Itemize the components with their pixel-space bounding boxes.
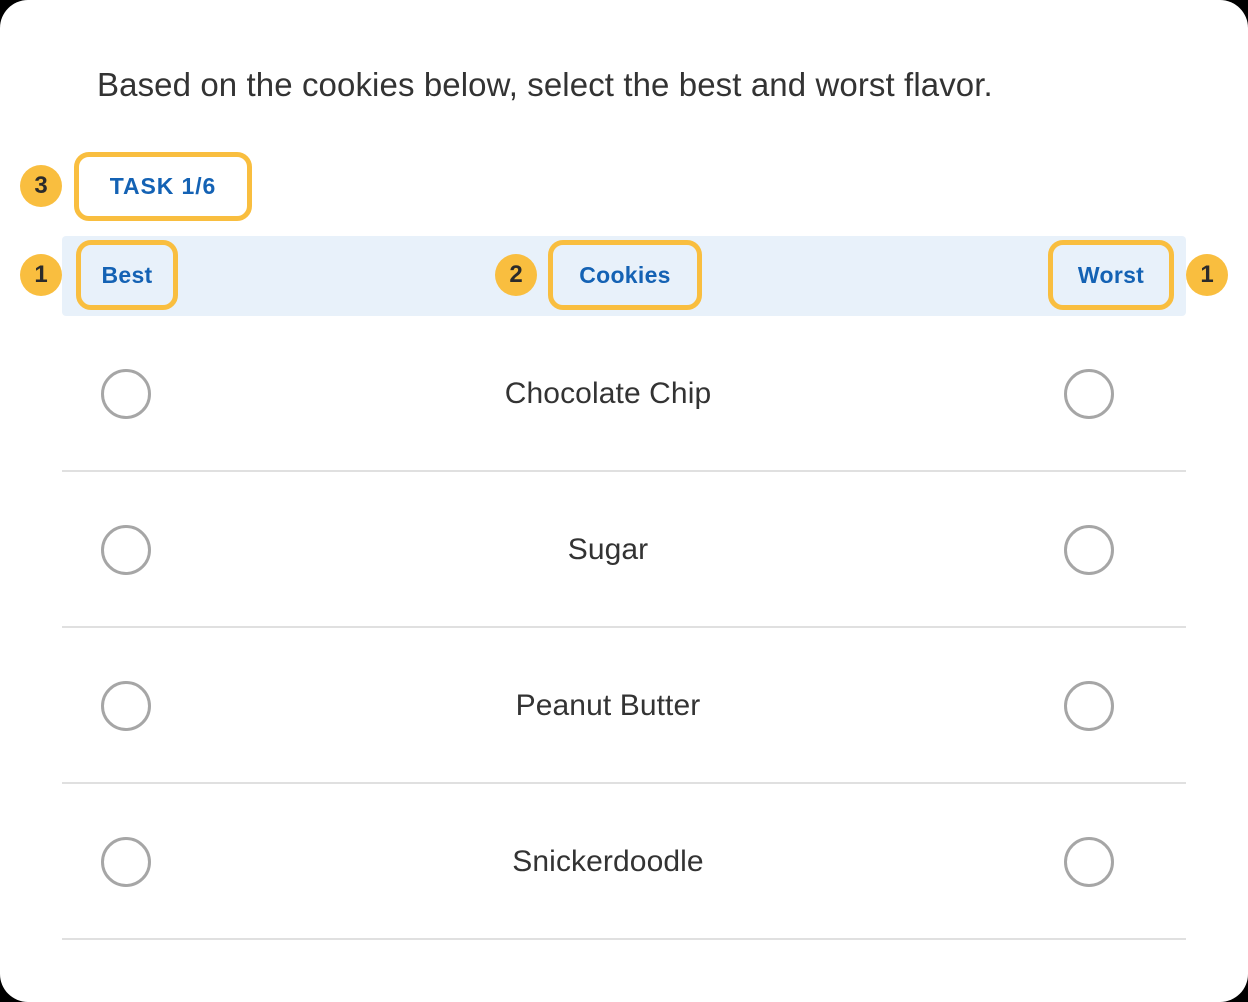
option-label: Chocolate Chip — [504, 377, 712, 410]
column-header-cookies-label: Cookies — [579, 261, 671, 288]
radio-best-sugar[interactable] — [101, 525, 151, 575]
column-header-worst-label: Worst — [1077, 261, 1145, 288]
page-title: Based on the cookies below, select the b… — [97, 66, 993, 103]
option-label: Peanut Butter — [515, 689, 701, 722]
survey-card: Based on the cookies below, select the b… — [0, 0, 1248, 1002]
option-label: Sugar — [567, 533, 649, 566]
options-list: Chocolate Chip Sugar Peanut Butter Snick… — [0, 316, 1248, 940]
annotation-badge-2: 2 — [495, 254, 537, 296]
annotation-badge-1-right: 1 — [1186, 254, 1228, 296]
annotation-badge-3: 3 — [20, 165, 62, 207]
row-divider — [62, 938, 1186, 940]
column-header-best[interactable]: Best — [76, 240, 178, 310]
task-indicator-label: TASK 1/6 — [109, 173, 217, 199]
annotation-badge-1-left: 1 — [20, 254, 62, 296]
radio-best-chocolate-chip[interactable] — [101, 369, 151, 419]
radio-worst-peanut-butter[interactable] — [1064, 681, 1114, 731]
radio-best-snickerdoodle[interactable] — [101, 837, 151, 887]
radio-best-peanut-butter[interactable] — [101, 681, 151, 731]
table-row: Peanut Butter — [0, 628, 1248, 784]
column-header-cookies[interactable]: Cookies — [548, 240, 702, 310]
table-row: Chocolate Chip — [0, 316, 1248, 472]
task-indicator: TASK 1/6 — [74, 152, 252, 221]
radio-worst-sugar[interactable] — [1064, 525, 1114, 575]
table-row: Sugar — [0, 472, 1248, 628]
task-indicator-highlight: TASK 1/6 — [74, 152, 252, 221]
radio-worst-chocolate-chip[interactable] — [1064, 369, 1114, 419]
column-header-worst[interactable]: Worst — [1048, 240, 1174, 310]
column-header-best-label: Best — [101, 261, 153, 288]
radio-worst-snickerdoodle[interactable] — [1064, 837, 1114, 887]
option-label: Snickerdoodle — [512, 845, 704, 878]
table-row: Snickerdoodle — [0, 784, 1248, 940]
